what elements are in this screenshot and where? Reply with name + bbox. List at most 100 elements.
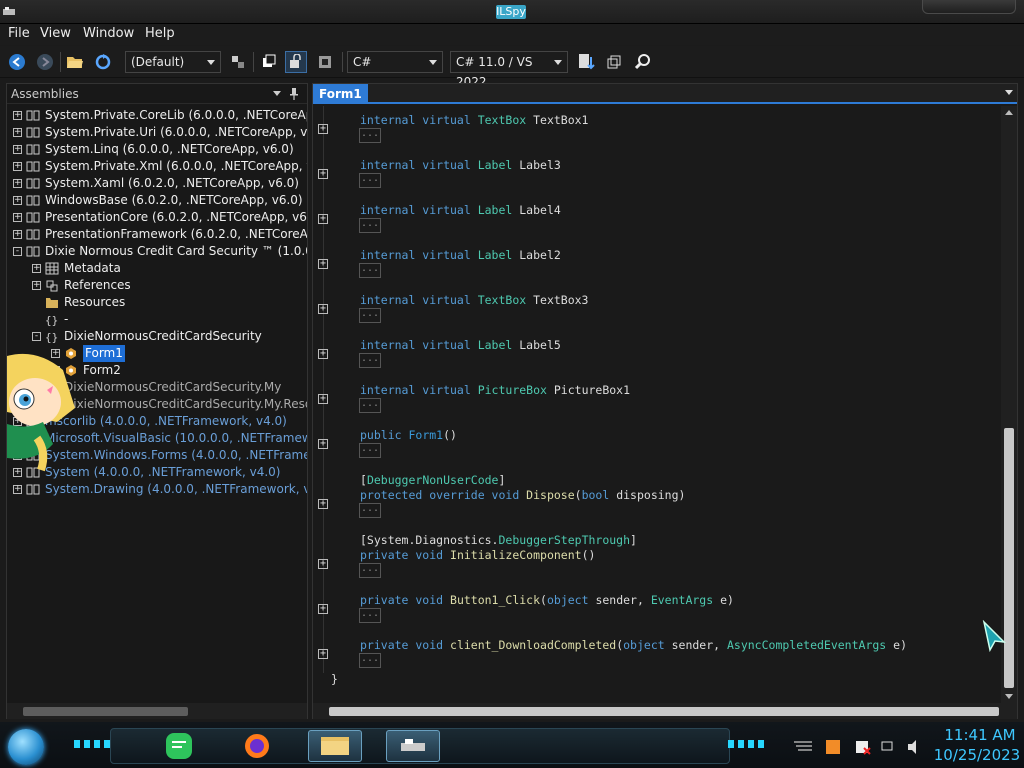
tree-node-label: Form1 [83, 345, 125, 362]
clock-date[interactable]: 10/25/2023 [930, 746, 1024, 764]
expand-icon[interactable]: + [13, 213, 22, 222]
network-icon [881, 741, 893, 751]
fold-expand-icon[interactable]: + [318, 439, 328, 449]
menu-help[interactable]: Help [143, 26, 177, 41]
theme-combo[interactable]: (Default) [125, 51, 221, 73]
tree-node[interactable]: + System.Xaml (6.0.2.0, .NETCoreApp, v6.0… [7, 175, 307, 192]
tree-node[interactable]: - Dixie Normous Credit Card Security ™ (1… [7, 243, 307, 260]
tree-node[interactable]: {} - [7, 311, 307, 328]
fold-expand-icon[interactable]: + [318, 349, 328, 359]
tree-node[interactable]: + PresentationCore (6.0.2.0, .NETCoreApp,… [7, 209, 307, 226]
panel-menu-icon[interactable] [273, 91, 281, 96]
collapsed-body-marker[interactable]: ... [359, 653, 381, 668]
collapsed-body-marker[interactable]: ... [359, 218, 381, 233]
forward-icon[interactable] [34, 51, 56, 73]
tree-node[interactable]: + References [7, 277, 307, 294]
tree-node[interactable]: + System.Private.Xml (6.0.0.0, .NETCoreAp… [7, 158, 307, 175]
collapsed-body-marker[interactable]: ... [359, 503, 381, 518]
expand-icon[interactable]: + [13, 162, 22, 171]
collapsed-body-marker[interactable]: ... [359, 608, 381, 623]
namespace-icon: {} [45, 311, 59, 328]
expand-icon[interactable]: + [13, 196, 22, 205]
assembly-list-icon[interactable] [227, 51, 249, 73]
expand-icon[interactable]: + [13, 111, 22, 120]
language-combo[interactable]: C# [347, 51, 443, 73]
expand-icon[interactable]: + [32, 264, 41, 273]
tree-node[interactable]: Resources [7, 294, 307, 311]
clock-time[interactable]: 11:41 AM [938, 726, 1022, 744]
decoration-lights [74, 740, 110, 748]
tree-node[interactable]: + PresentationFramework (6.0.2.0, .NETCor… [7, 226, 307, 243]
code-line: internal virtual Label Label2 [360, 248, 561, 262]
code-vertical-scrollbar[interactable] [1001, 106, 1017, 703]
collapsed-body-marker[interactable]: ... [359, 353, 381, 368]
expand-icon[interactable]: + [13, 145, 22, 154]
language-version-combo[interactable]: C# 11.0 / VS 2022. [450, 51, 568, 89]
tree-node[interactable]: + System.Drawing (4.0.0.0, .NETFramework,… [7, 481, 307, 498]
expand-icon[interactable]: + [13, 179, 22, 188]
collapsed-body-marker[interactable]: ... [359, 173, 381, 188]
start-button[interactable] [8, 729, 44, 765]
title-bar: ILSpy [0, 0, 1024, 24]
expand-icon[interactable]: + [13, 230, 22, 239]
tree-node[interactable]: + WindowsBase (6.0.2.0, .NETCoreApp, v6.0… [7, 192, 307, 209]
code-horizontal-scrollbar[interactable] [313, 703, 1017, 719]
collapse-icon[interactable]: - [32, 332, 41, 341]
menu-bar: File View Window Help [0, 24, 1024, 45]
expand-icon[interactable]: + [13, 485, 22, 494]
back-icon[interactable] [6, 51, 28, 73]
show-all-icon[interactable] [314, 51, 336, 73]
volume-icon [908, 740, 916, 754]
sort-icon[interactable] [576, 51, 598, 73]
collapsed-body-marker[interactable]: ... [359, 398, 381, 413]
assembly-icon [26, 141, 40, 158]
tree-node[interactable]: -{} DixieNormousCreditCardSecurity [7, 328, 307, 345]
fold-expand-icon[interactable]: + [318, 304, 328, 314]
fold-expand-icon[interactable]: + [318, 169, 328, 179]
collapse-icon[interactable]: - [13, 247, 22, 256]
tree-horizontal-scrollbar[interactable] [7, 703, 307, 719]
fold-expand-icon[interactable]: + [318, 394, 328, 404]
assembly-icon [26, 124, 40, 141]
firefox-icon[interactable] [242, 731, 272, 761]
show-public-icon[interactable] [258, 51, 280, 73]
code-line: internal virtual TextBox TextBox3 [360, 293, 589, 307]
collapsed-body-marker[interactable]: ... [359, 563, 381, 578]
collapsed-body-marker[interactable]: ... [359, 443, 381, 458]
file-explorer-task[interactable] [308, 730, 362, 762]
fold-expand-icon[interactable]: + [318, 559, 328, 569]
tree-node[interactable]: + System.Private.Uri (6.0.0.0, .NETCoreAp… [7, 124, 307, 141]
fold-expand-icon[interactable]: + [318, 214, 328, 224]
manage-list-icon[interactable] [604, 51, 626, 73]
fold-expand-icon[interactable]: + [318, 124, 328, 134]
fold-expand-icon[interactable]: + [318, 649, 328, 659]
ilspy-task[interactable] [386, 730, 440, 762]
fold-expand-icon[interactable]: + [318, 499, 328, 509]
code-line: public Form1() [360, 428, 457, 442]
svg-text:{}: {} [45, 331, 58, 343]
notes-app-icon[interactable] [164, 731, 194, 761]
tree-node[interactable]: + System.Linq (6.0.0.0, .NETCoreApp, v6.0… [7, 141, 307, 158]
open-icon[interactable] [64, 51, 86, 73]
collapsed-body-marker[interactable]: ... [359, 128, 381, 143]
tree-node[interactable]: + System.Private.CoreLib (6.0.0.0, .NETCo… [7, 107, 307, 124]
tree-node[interactable]: + Metadata [7, 260, 307, 277]
collapsed-body-marker[interactable]: ... [359, 308, 381, 323]
pin-icon[interactable] [289, 87, 299, 101]
code-view[interactable]: } internal virtual TextBox TextBox1 +... i… [313, 106, 1001, 703]
reload-icon[interactable] [92, 51, 114, 73]
search-icon[interactable] [632, 51, 654, 73]
show-private-icon[interactable] [285, 51, 307, 73]
menu-window[interactable]: Window [81, 26, 136, 41]
fold-expand-icon[interactable]: + [318, 604, 328, 614]
tab-form1[interactable]: Form1 [313, 84, 368, 104]
expand-icon[interactable]: + [32, 281, 41, 290]
fold-expand-icon[interactable]: + [318, 259, 328, 269]
window-caption-buttons[interactable] [922, 0, 1016, 14]
expand-icon[interactable]: + [13, 128, 22, 137]
tab-list-icon[interactable] [1005, 90, 1013, 95]
collapsed-body-marker[interactable]: ... [359, 263, 381, 278]
menu-file[interactable]: File [6, 26, 32, 41]
assembly-icon [26, 481, 40, 498]
menu-view[interactable]: View [38, 26, 73, 41]
